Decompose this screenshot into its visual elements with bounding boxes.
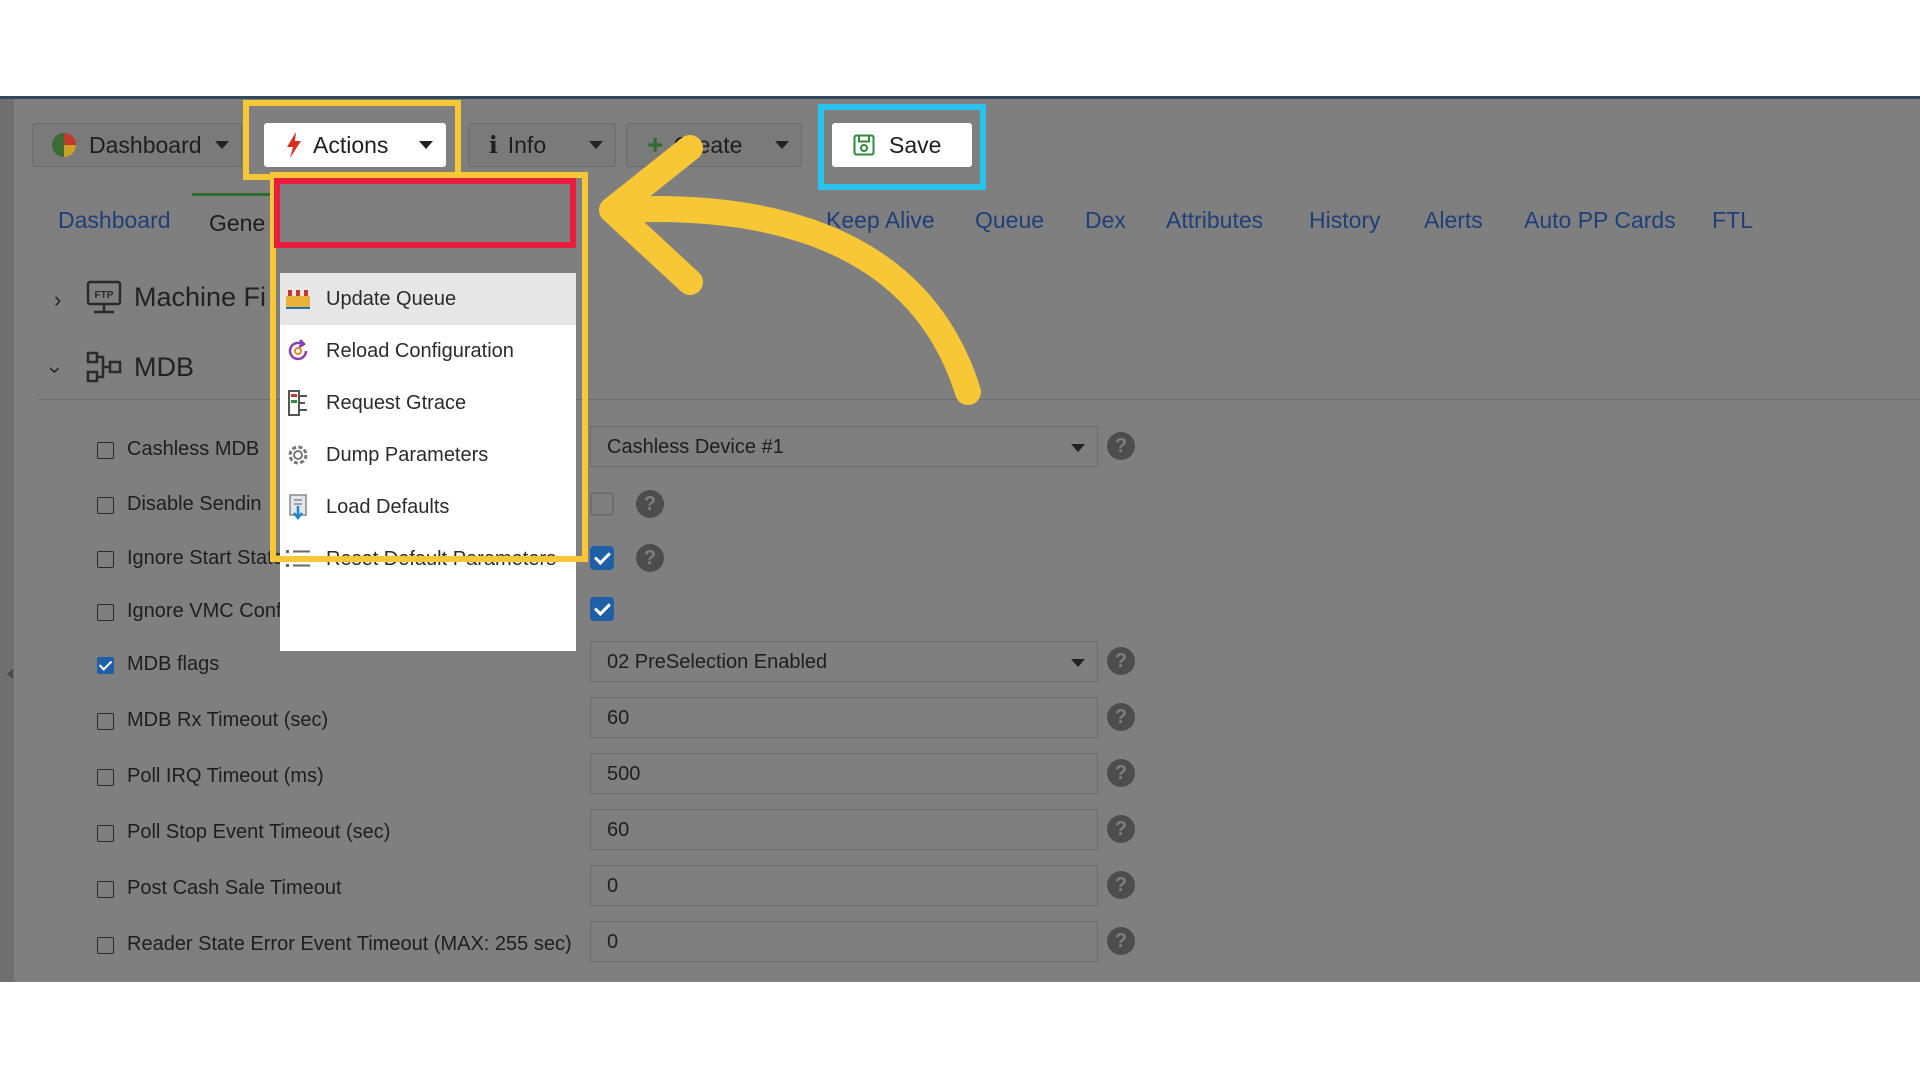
pointer-arrow	[599, 135, 981, 405]
